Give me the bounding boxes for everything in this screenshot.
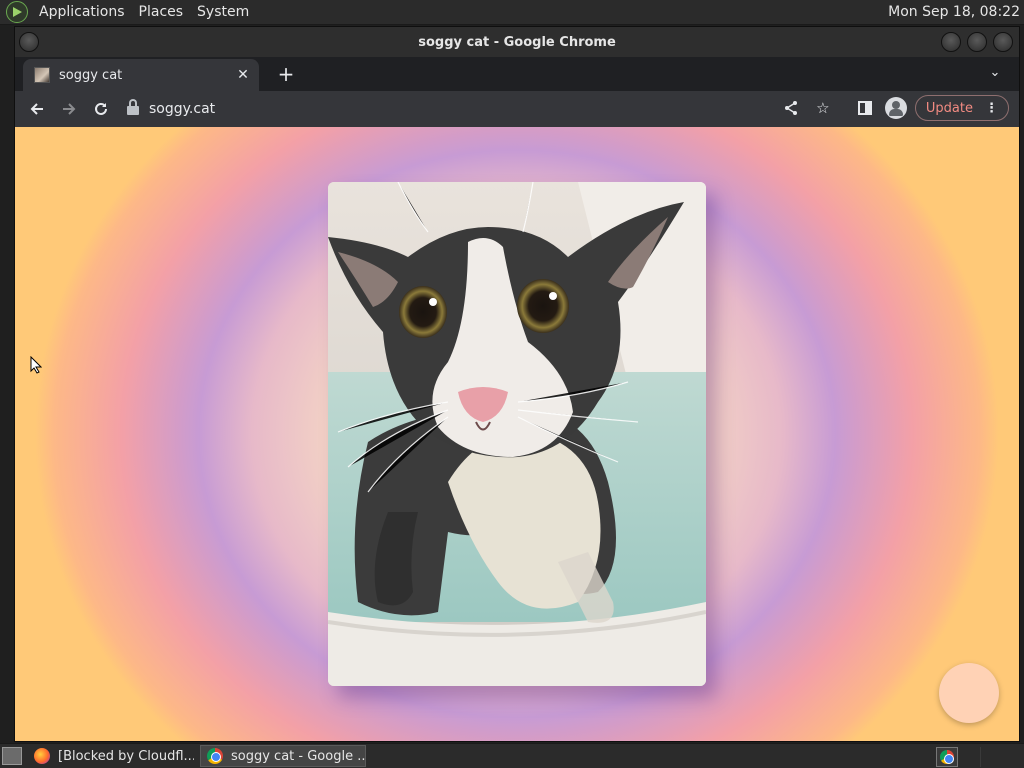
tray-chrome-icon[interactable] bbox=[936, 747, 958, 767]
system-menu[interactable]: System bbox=[190, 4, 256, 20]
places-menu[interactable]: Places bbox=[132, 4, 191, 20]
soggy-cat-photo bbox=[328, 182, 706, 686]
back-arrow-icon bbox=[30, 103, 43, 115]
close-tab-icon[interactable]: ✕ bbox=[235, 67, 251, 83]
show-desktop-icon[interactable] bbox=[2, 747, 22, 765]
reload-icon bbox=[95, 102, 107, 115]
tab-strip: soggy cat ✕ + ⌄ bbox=[15, 57, 1019, 91]
clock[interactable]: Mon Sep 18, 08:22 bbox=[888, 4, 1020, 20]
tab-title: soggy cat bbox=[59, 67, 123, 83]
bookmark-star-icon[interactable]: ☆ bbox=[811, 96, 835, 120]
window-title: soggy cat - Google Chrome bbox=[418, 34, 616, 50]
close-window-button[interactable] bbox=[993, 32, 1013, 52]
more-menu-icon[interactable]: ⋮ bbox=[985, 101, 998, 116]
taskbar-item-label: [Blocked by Cloudfl... bbox=[58, 748, 194, 764]
forward-arrow-icon bbox=[63, 103, 76, 115]
tab-search-chevron-icon[interactable]: ⌄ bbox=[987, 65, 1003, 81]
cat-illustration bbox=[328, 182, 706, 686]
update-label: Update bbox=[925, 100, 973, 116]
workspace-switcher[interactable] bbox=[980, 747, 1020, 767]
taskbar-item-label: soggy cat - Google ... bbox=[231, 748, 366, 764]
top-panel: Applications Places System Mon Sep 18, 0… bbox=[0, 0, 1024, 25]
back-button[interactable] bbox=[23, 95, 51, 123]
new-tab-button[interactable]: + bbox=[275, 63, 297, 85]
profile-avatar-icon[interactable] bbox=[884, 97, 907, 119]
maximize-button[interactable] bbox=[967, 32, 987, 52]
cat-thumbnail-icon bbox=[34, 67, 50, 83]
chrome-icon bbox=[207, 748, 223, 764]
url-text[interactable]: soggy.cat bbox=[149, 101, 215, 117]
share-icon[interactable] bbox=[779, 96, 803, 120]
address-bar[interactable]: soggy.cat bbox=[127, 95, 847, 123]
browser-window: soggy cat - Google Chrome soggy cat ✕ + … bbox=[14, 26, 1020, 742]
update-button[interactable]: Update ⋮ bbox=[914, 95, 1009, 121]
applications-menu[interactable]: Applications bbox=[32, 4, 132, 20]
window-menu-button[interactable] bbox=[19, 32, 39, 52]
page-content bbox=[15, 127, 1019, 741]
lock-icon[interactable] bbox=[127, 99, 139, 115]
forward-button[interactable] bbox=[55, 95, 83, 123]
window-titlebar[interactable]: soggy cat - Google Chrome bbox=[15, 27, 1019, 57]
taskbar-item-firefox[interactable]: [Blocked by Cloudfl... bbox=[28, 745, 194, 767]
tab-soggy-cat[interactable]: soggy cat ✕ bbox=[23, 59, 259, 91]
floating-action-button[interactable] bbox=[939, 663, 999, 723]
distro-logo-icon[interactable] bbox=[6, 1, 28, 23]
reload-button[interactable] bbox=[87, 95, 115, 123]
browser-toolbar: soggy.cat ☆ Update ⋮ bbox=[15, 91, 1019, 127]
minimize-button[interactable] bbox=[941, 32, 961, 52]
mouse-cursor-icon bbox=[30, 356, 42, 374]
taskbar: [Blocked by Cloudfl... soggy cat - Googl… bbox=[0, 743, 1024, 768]
taskbar-item-chrome[interactable]: soggy cat - Google ... bbox=[200, 745, 366, 767]
side-panel-icon[interactable] bbox=[853, 96, 877, 120]
firefox-icon bbox=[34, 748, 50, 764]
